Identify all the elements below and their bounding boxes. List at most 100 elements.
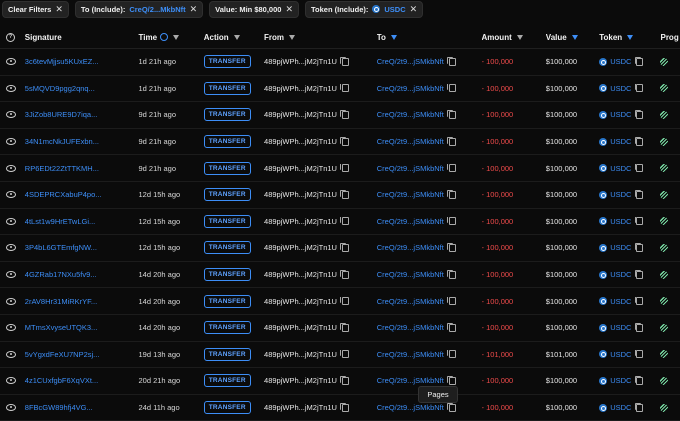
eye-icon[interactable] [6, 191, 16, 199]
from-address[interactable]: 489pjWPh...jM2jTn1U [264, 84, 337, 93]
copy-icon[interactable] [634, 270, 644, 279]
from-address[interactable]: 489pjWPh...jM2jTn1U [264, 323, 337, 332]
filter-icon[interactable] [516, 34, 523, 40]
clock-icon[interactable] [160, 33, 169, 41]
token-link[interactable]: USDC [610, 376, 631, 385]
token-link[interactable]: USDC [610, 84, 631, 93]
copy-icon[interactable] [340, 110, 349, 119]
signature-link[interactable]: 4tLst1w9HrETwLGi... [25, 217, 95, 226]
token-link[interactable]: USDC [610, 243, 631, 252]
to-address[interactable]: CreQ/2t9...jSMkbNft [377, 243, 444, 252]
close-icon[interactable]: ✕ [285, 4, 293, 15]
copy-icon[interactable] [634, 190, 644, 199]
program-icon[interactable] [660, 57, 669, 66]
eye-icon[interactable] [6, 217, 16, 225]
copy-icon[interactable] [447, 110, 456, 119]
header-to[interactable]: To [377, 33, 482, 42]
from-address[interactable]: 489pjWPh...jM2jTn1U [264, 57, 337, 66]
signature-link[interactable]: 4SDEPRCXabuP4po... [25, 190, 102, 199]
eye-icon[interactable] [6, 271, 16, 279]
program-icon[interactable] [660, 110, 669, 119]
copy-icon[interactable] [340, 403, 349, 412]
from-address[interactable]: 489pjWPh...jM2jTn1U [264, 137, 337, 146]
table-row[interactable]: 4GZRab17NXu5fv9... 14d 20h ago TRANSFER … [0, 262, 680, 289]
from-address[interactable]: 489pjWPh...jM2jTn1U [264, 190, 337, 199]
from-address[interactable]: 489pjWPh...jM2jTn1U [264, 376, 337, 385]
to-address[interactable]: CreQ/2t9...jSMkbNft [377, 403, 444, 412]
program-icon[interactable] [660, 350, 669, 359]
copy-icon[interactable] [340, 137, 349, 146]
from-address[interactable]: 489pjWPh...jM2jTn1U [264, 403, 337, 412]
signature-link[interactable]: 5sMQVD9pgg2qnq... [25, 84, 95, 93]
to-address[interactable]: CreQ/2t9...jSMkbNft [377, 270, 444, 279]
to-address[interactable]: CreQ/2t9...jSMkbNft [377, 57, 444, 66]
program-icon[interactable] [660, 297, 669, 306]
table-row[interactable]: 3JiZob8URE9D7iqa... 9d 21h ago TRANSFER … [0, 102, 680, 129]
table-row[interactable]: 3c6tevMjjsu5KUxEZ... 1d 21h ago TRANSFER… [0, 49, 680, 76]
copy-icon[interactable] [634, 349, 644, 359]
from-address[interactable]: 489pjWPh...jM2jTn1U [264, 217, 337, 226]
header-value[interactable]: Value [546, 33, 599, 42]
header-token[interactable]: Token [599, 33, 660, 42]
token-link[interactable]: USDC [610, 270, 631, 279]
to-address[interactable]: CreQ/2t9...jSMkbNft [377, 164, 444, 173]
pages-button[interactable]: Pages [418, 386, 458, 403]
from-address[interactable]: 489pjWPh...jM2jTn1U [264, 164, 337, 173]
help-icon[interactable]: ? [6, 32, 15, 42]
value-filter-chip[interactable]: Value: Min $80,000 ✕ [209, 0, 299, 18]
copy-icon[interactable] [340, 163, 349, 173]
token-link[interactable]: USDC [610, 190, 631, 199]
filter-active-icon[interactable] [571, 34, 578, 40]
copy-icon[interactable] [447, 349, 456, 359]
copy-icon[interactable] [340, 349, 349, 359]
program-icon[interactable] [660, 323, 669, 332]
eye-icon[interactable] [6, 58, 16, 66]
copy-icon[interactable] [634, 216, 644, 226]
copy-icon[interactable] [447, 57, 456, 66]
filter-icon[interactable] [289, 34, 296, 40]
table-row[interactable]: 34N1mcNkJUFExbn... 9d 21h ago TRANSFER 4… [0, 129, 680, 156]
copy-icon[interactable] [447, 163, 456, 173]
copy-icon[interactable] [634, 243, 644, 252]
signature-link[interactable]: 34N1mcNkJUFExbn... [25, 137, 99, 146]
token-link[interactable]: USDC [610, 297, 631, 306]
signature-link[interactable]: 2rAV8Hr31MiRKrYF... [25, 297, 97, 306]
signature-link[interactable]: 3JiZob8URE9D7iqa... [25, 110, 98, 119]
table-row[interactable]: RP6EDt22ZtTTKMH... 9d 21h ago TRANSFER 4… [0, 155, 680, 182]
to-address[interactable]: CreQ/2t9...jSMkbNft [377, 297, 444, 306]
from-address[interactable]: 489pjWPh...jM2jTn1U [264, 350, 337, 359]
close-icon[interactable]: ✕ [190, 4, 198, 15]
program-icon[interactable] [660, 376, 669, 385]
program-icon[interactable] [660, 243, 669, 252]
table-row[interactable]: 4tLst1w9HrETwLGi... 12d 15h ago TRANSFER… [0, 209, 680, 236]
to-filter-chip[interactable]: To (Include): CreQ/2...MkbNft ✕ [74, 0, 204, 18]
header-time[interactable]: Time [138, 33, 203, 42]
from-address[interactable]: 489pjWPh...jM2jTn1U [264, 297, 337, 306]
filter-active-icon[interactable] [390, 34, 397, 40]
to-address[interactable]: CreQ/2t9...jSMkbNft [377, 323, 444, 332]
copy-icon[interactable] [340, 376, 349, 385]
close-icon[interactable]: ✕ [410, 4, 418, 15]
signature-link[interactable]: 4GZRab17NXu5fv9... [25, 270, 97, 279]
eye-icon[interactable] [6, 297, 16, 305]
eye-icon[interactable] [6, 138, 16, 146]
copy-icon[interactable] [447, 403, 456, 412]
from-address[interactable]: 489pjWPh...jM2jTn1U [264, 270, 337, 279]
program-icon[interactable] [660, 217, 669, 226]
copy-icon[interactable] [340, 270, 349, 279]
header-amount[interactable]: Amount [482, 33, 546, 42]
signature-link[interactable]: 3P4bL6GTEmfgNW... [25, 243, 97, 252]
copy-icon[interactable] [447, 376, 456, 385]
eye-icon[interactable] [6, 244, 16, 252]
program-icon[interactable] [660, 403, 669, 412]
table-row[interactable]: 8FBcGW89hfj4VG... 24d 11h ago TRANSFER 4… [0, 395, 680, 421]
table-row[interactable]: 5vYgxdFeXU7NP2sj... 19d 13h ago TRANSFER… [0, 342, 680, 369]
signature-link[interactable]: 5vYgxdFeXU7NP2sj... [25, 350, 100, 359]
filter-active-icon[interactable] [627, 34, 634, 40]
table-row[interactable]: 4z1CUxfgbF6XqVXt... 20d 21h ago TRANSFER… [0, 368, 680, 395]
to-address[interactable]: CreQ/2t9...jSMkbNft [377, 137, 444, 146]
copy-icon[interactable] [447, 137, 456, 146]
table-row[interactable]: 4SDEPRCXabuP4po... 12d 15h ago TRANSFER … [0, 182, 680, 209]
table-row[interactable]: 3P4bL6GTEmfgNW... 12d 15h ago TRANSFER 4… [0, 235, 680, 262]
program-icon[interactable] [660, 270, 669, 279]
